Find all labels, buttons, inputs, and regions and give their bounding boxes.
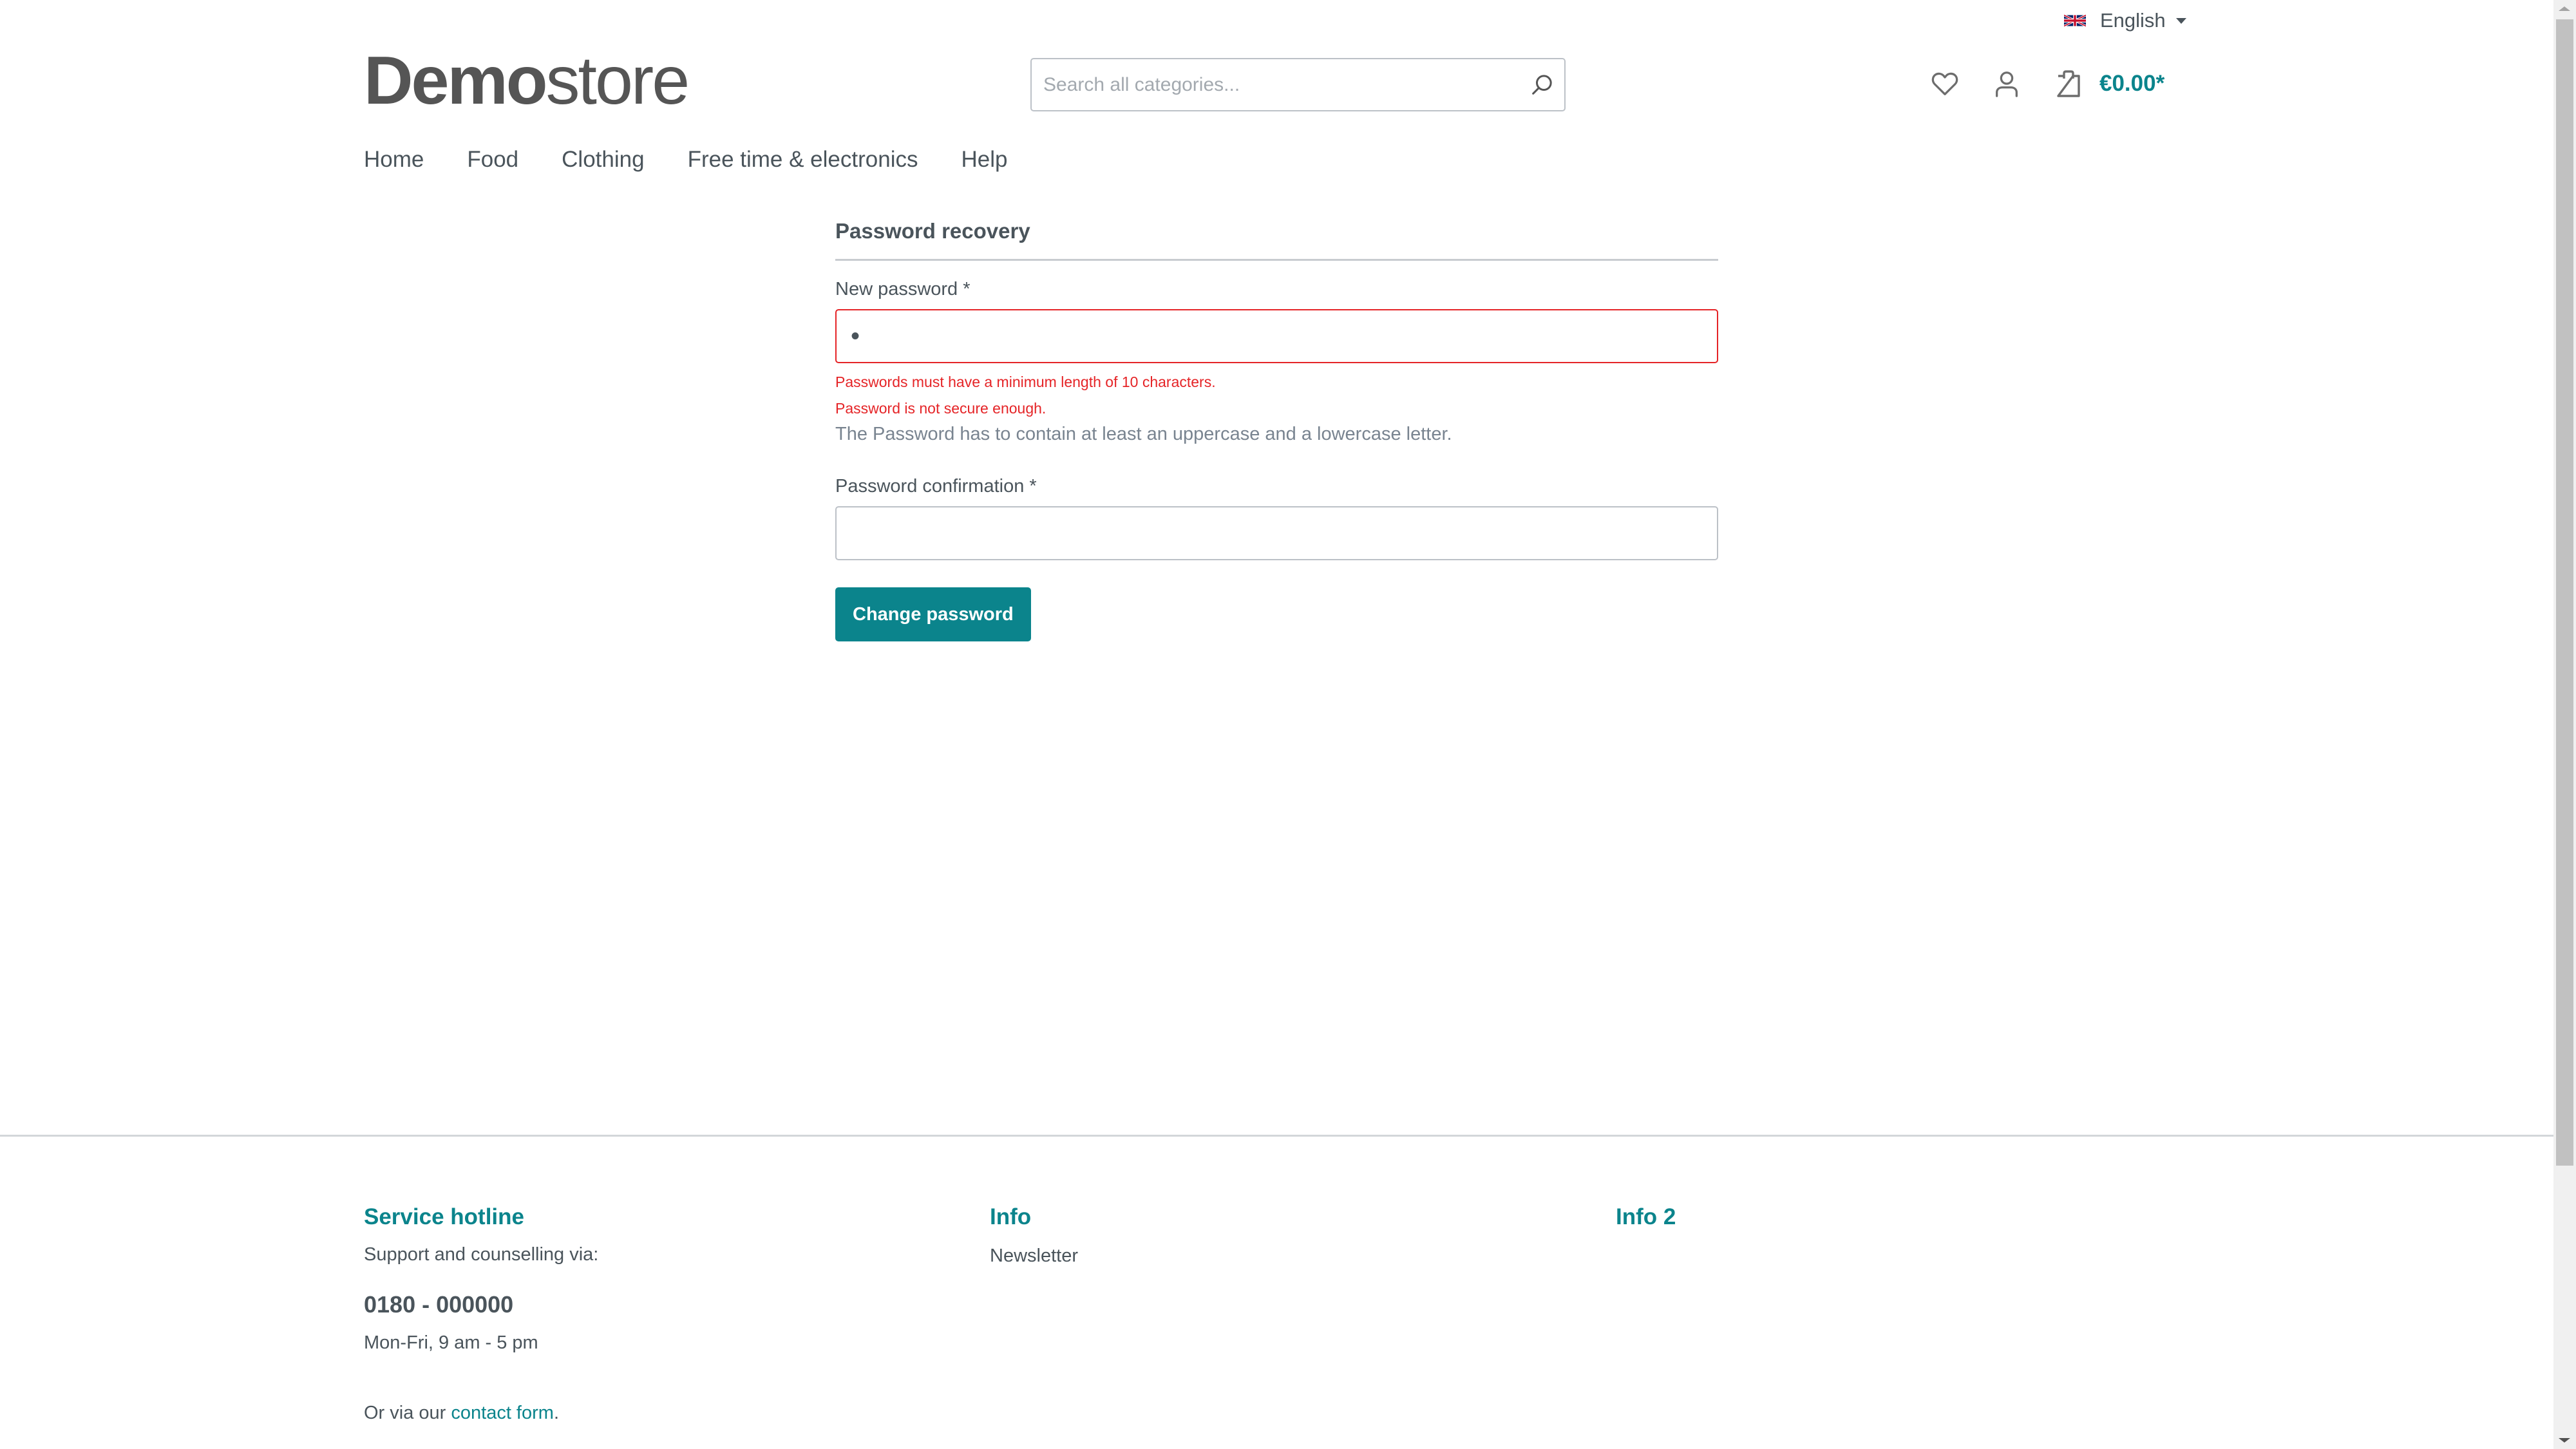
contact-form-link[interactable]: contact form bbox=[451, 1403, 554, 1423]
nav-item-help[interactable]: Help bbox=[961, 147, 1007, 173]
scrollbar-thumb[interactable] bbox=[2556, 19, 2573, 1166]
scroll-up-arrow-icon[interactable] bbox=[2559, 6, 2570, 11]
language-selector[interactable]: English bbox=[2064, 9, 2186, 32]
logo[interactable]: Demostore bbox=[364, 43, 690, 118]
footer-service-hotline: Service hotline Support and counselling … bbox=[364, 1204, 598, 1424]
cart-total[interactable]: €0.00* bbox=[2099, 71, 2164, 97]
scroll-down-arrow-icon[interactable] bbox=[2559, 1438, 2570, 1443]
cart-button[interactable] bbox=[2049, 64, 2088, 103]
main-navigation: Home Food Clothing Free time & electroni… bbox=[364, 147, 1050, 173]
hotline-hours: Mon-Fri, 9 am - 5 pm bbox=[364, 1332, 538, 1353]
contact-text: Or via our contact form. bbox=[364, 1403, 598, 1424]
footer-heading-info-2: Info 2 bbox=[1616, 1204, 1676, 1229]
search-bar bbox=[1030, 58, 1566, 111]
support-text: Support and counselling via: bbox=[364, 1244, 599, 1265]
user-icon bbox=[1996, 71, 2018, 97]
wishlist-button[interactable] bbox=[1926, 64, 1964, 103]
password-hint: The Password has to contain at least an … bbox=[835, 424, 1452, 444]
logo-light-text: store bbox=[545, 43, 690, 118]
uk-flag-icon bbox=[2064, 14, 2086, 28]
new-password-label: New password * bbox=[835, 279, 971, 299]
nav-item-free-time-electronics[interactable]: Free time & electronics bbox=[688, 147, 918, 173]
password-recovery-form: Password recovery New password * Passwor… bbox=[835, 219, 1718, 641]
password-confirmation-field[interactable] bbox=[835, 506, 1718, 560]
heart-icon bbox=[1931, 72, 1958, 95]
language-label: English bbox=[2100, 9, 2166, 32]
footer-heading-service-hotline: Service hotline bbox=[364, 1204, 524, 1229]
nav-item-clothing[interactable]: Clothing bbox=[562, 147, 644, 173]
contact-suffix: . bbox=[553, 1403, 559, 1423]
chevron-down-icon bbox=[2175, 17, 2186, 24]
hotline-phone: 0180 - 000000 bbox=[364, 1291, 514, 1318]
search-input[interactable] bbox=[1032, 59, 1519, 110]
footer-heading-info: Info bbox=[990, 1204, 1032, 1229]
search-button[interactable] bbox=[1519, 59, 1564, 110]
logo-bold-text: Demo bbox=[364, 43, 548, 118]
error-min-length: Passwords must have a minimum length of … bbox=[835, 374, 1216, 390]
password-confirmation-label: Password confirmation * bbox=[835, 476, 1037, 497]
page-title: Password recovery bbox=[835, 219, 1718, 261]
error-not-secure: Password is not secure enough. bbox=[835, 400, 1046, 417]
contact-prefix: Or via our bbox=[364, 1403, 451, 1423]
account-button[interactable] bbox=[1987, 64, 2026, 103]
page: English Demostore Search all categories.… bbox=[0, 0, 2553, 1449]
footer-info: Info Newsletter bbox=[990, 1204, 1078, 1267]
footer-info-2: Info 2 bbox=[1616, 1204, 1676, 1230]
vertical-scrollbar[interactable] bbox=[2553, 0, 2576, 1449]
shopping-bag-icon bbox=[2057, 70, 2080, 97]
new-password-field[interactable] bbox=[835, 309, 1718, 363]
footer-link-newsletter[interactable]: Newsletter bbox=[990, 1245, 1078, 1266]
header-actions: €0.00* bbox=[1926, 64, 2164, 103]
nav-item-food[interactable]: Food bbox=[467, 147, 518, 173]
nav-item-home[interactable]: Home bbox=[364, 147, 424, 173]
change-password-button[interactable]: Change password bbox=[835, 587, 1031, 641]
search-icon bbox=[1532, 74, 1552, 95]
footer-divider bbox=[0, 1135, 2553, 1137]
